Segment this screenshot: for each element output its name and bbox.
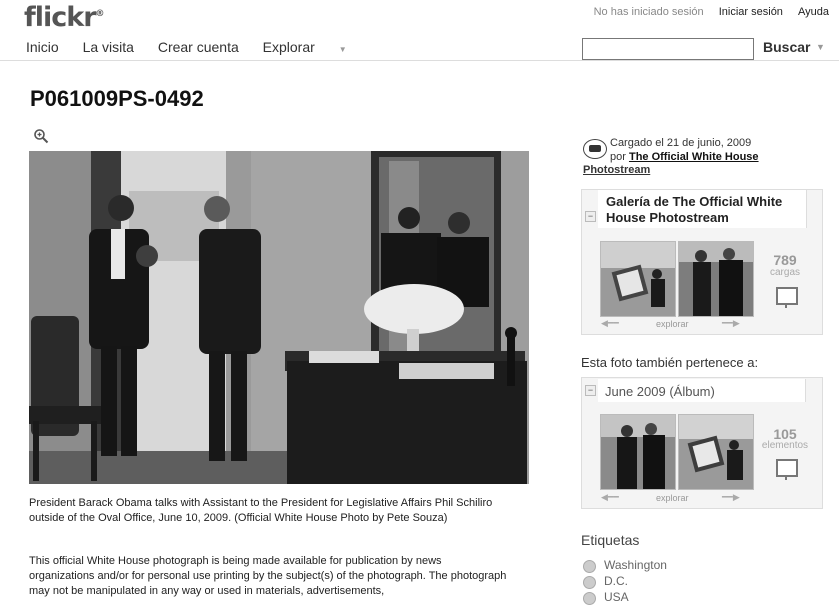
collapse-gallery-button[interactable]: − xyxy=(585,211,596,222)
logo-registered-mark: ® xyxy=(95,9,105,19)
album-thumb-1[interactable] xyxy=(600,414,676,490)
nav-explorar-label: Explorar xyxy=(262,39,315,55)
logo-text: flickr xyxy=(24,2,97,33)
header-divider xyxy=(0,60,839,61)
signin-link[interactable]: Iniciar sesión xyxy=(719,6,783,18)
photo-caption: President Barack Obama talks with Assist… xyxy=(29,497,493,524)
tag-usa[interactable]: USA xyxy=(604,590,629,604)
tag-washington[interactable]: Washington xyxy=(604,558,667,572)
upload-date: Cargado el 21 de junio, 2009 xyxy=(610,137,752,149)
gallery-count: 789 xyxy=(773,252,797,268)
gallery-thumb-1[interactable] xyxy=(600,241,676,317)
globe-icon xyxy=(583,592,596,605)
also-belongs-heading: Esta foto también pertenece a: xyxy=(581,355,759,370)
white-house-seal-icon[interactable] xyxy=(583,139,607,159)
album-prev-arrow-icon[interactable]: ◀━━ xyxy=(601,492,619,503)
usage-notice: This official White House photograph is … xyxy=(29,555,507,597)
search-input[interactable] xyxy=(582,38,754,60)
header-links: No has iniciado sesión Iniciar sesión Ay… xyxy=(582,6,829,18)
album-thumb-2[interactable] xyxy=(678,414,754,490)
help-link[interactable]: Ayuda xyxy=(798,6,829,18)
by-prefix: por xyxy=(610,151,626,163)
album-next-arrow-icon[interactable]: ━━▶ xyxy=(722,492,740,503)
signin-status: No has iniciado sesión xyxy=(593,6,704,18)
gallery-thumb-2[interactable] xyxy=(678,241,754,317)
nav-inicio[interactable]: Inicio xyxy=(26,39,59,55)
owner-link-continued[interactable]: Photostream xyxy=(583,164,650,176)
gallery-explore-link[interactable]: explorar xyxy=(656,319,689,329)
gallery-prev-arrow-icon[interactable]: ◀━━ xyxy=(601,318,619,329)
tag-dc[interactable]: D.C. xyxy=(604,574,628,588)
globe-icon xyxy=(583,560,596,573)
chevron-down-icon[interactable]: ▼ xyxy=(339,45,347,54)
uploaded-by: por The Official White House xyxy=(610,151,759,163)
slideshow-icon[interactable] xyxy=(776,459,798,480)
nav-explorar[interactable]: Explorar ▼ xyxy=(263,39,367,55)
flickr-logo[interactable]: flickr® xyxy=(24,2,105,33)
main-photo[interactable] xyxy=(29,151,529,484)
main-nav: Inicio La visita Crear cuenta Explorar ▼ xyxy=(26,39,387,55)
globe-icon xyxy=(583,576,596,589)
gallery-title[interactable]: Galería de The Official White House Phot… xyxy=(606,194,806,226)
nav-crear-cuenta[interactable]: Crear cuenta xyxy=(158,39,239,55)
gallery-count-label: cargas xyxy=(769,267,800,278)
album-title[interactable]: June 2009 (Álbum) xyxy=(605,384,715,399)
album-explore-link[interactable]: explorar xyxy=(656,493,689,503)
tags-heading: Etiquetas xyxy=(581,532,640,548)
nav-la-visita[interactable]: La visita xyxy=(83,39,134,55)
search-button[interactable]: Buscar xyxy=(763,39,810,55)
photo-title: P061009PS-0492 xyxy=(30,86,204,111)
slideshow-icon[interactable] xyxy=(776,287,798,308)
owner-link[interactable]: The Official White House xyxy=(629,151,759,163)
search-options-chevron-icon[interactable]: ▼ xyxy=(816,42,825,52)
album-count-label: elementos xyxy=(761,440,809,451)
magnifier-plus-icon[interactable] xyxy=(33,128,49,144)
gallery-next-arrow-icon[interactable]: ━━▶ xyxy=(722,318,740,329)
collapse-album-button[interactable]: − xyxy=(585,385,596,396)
